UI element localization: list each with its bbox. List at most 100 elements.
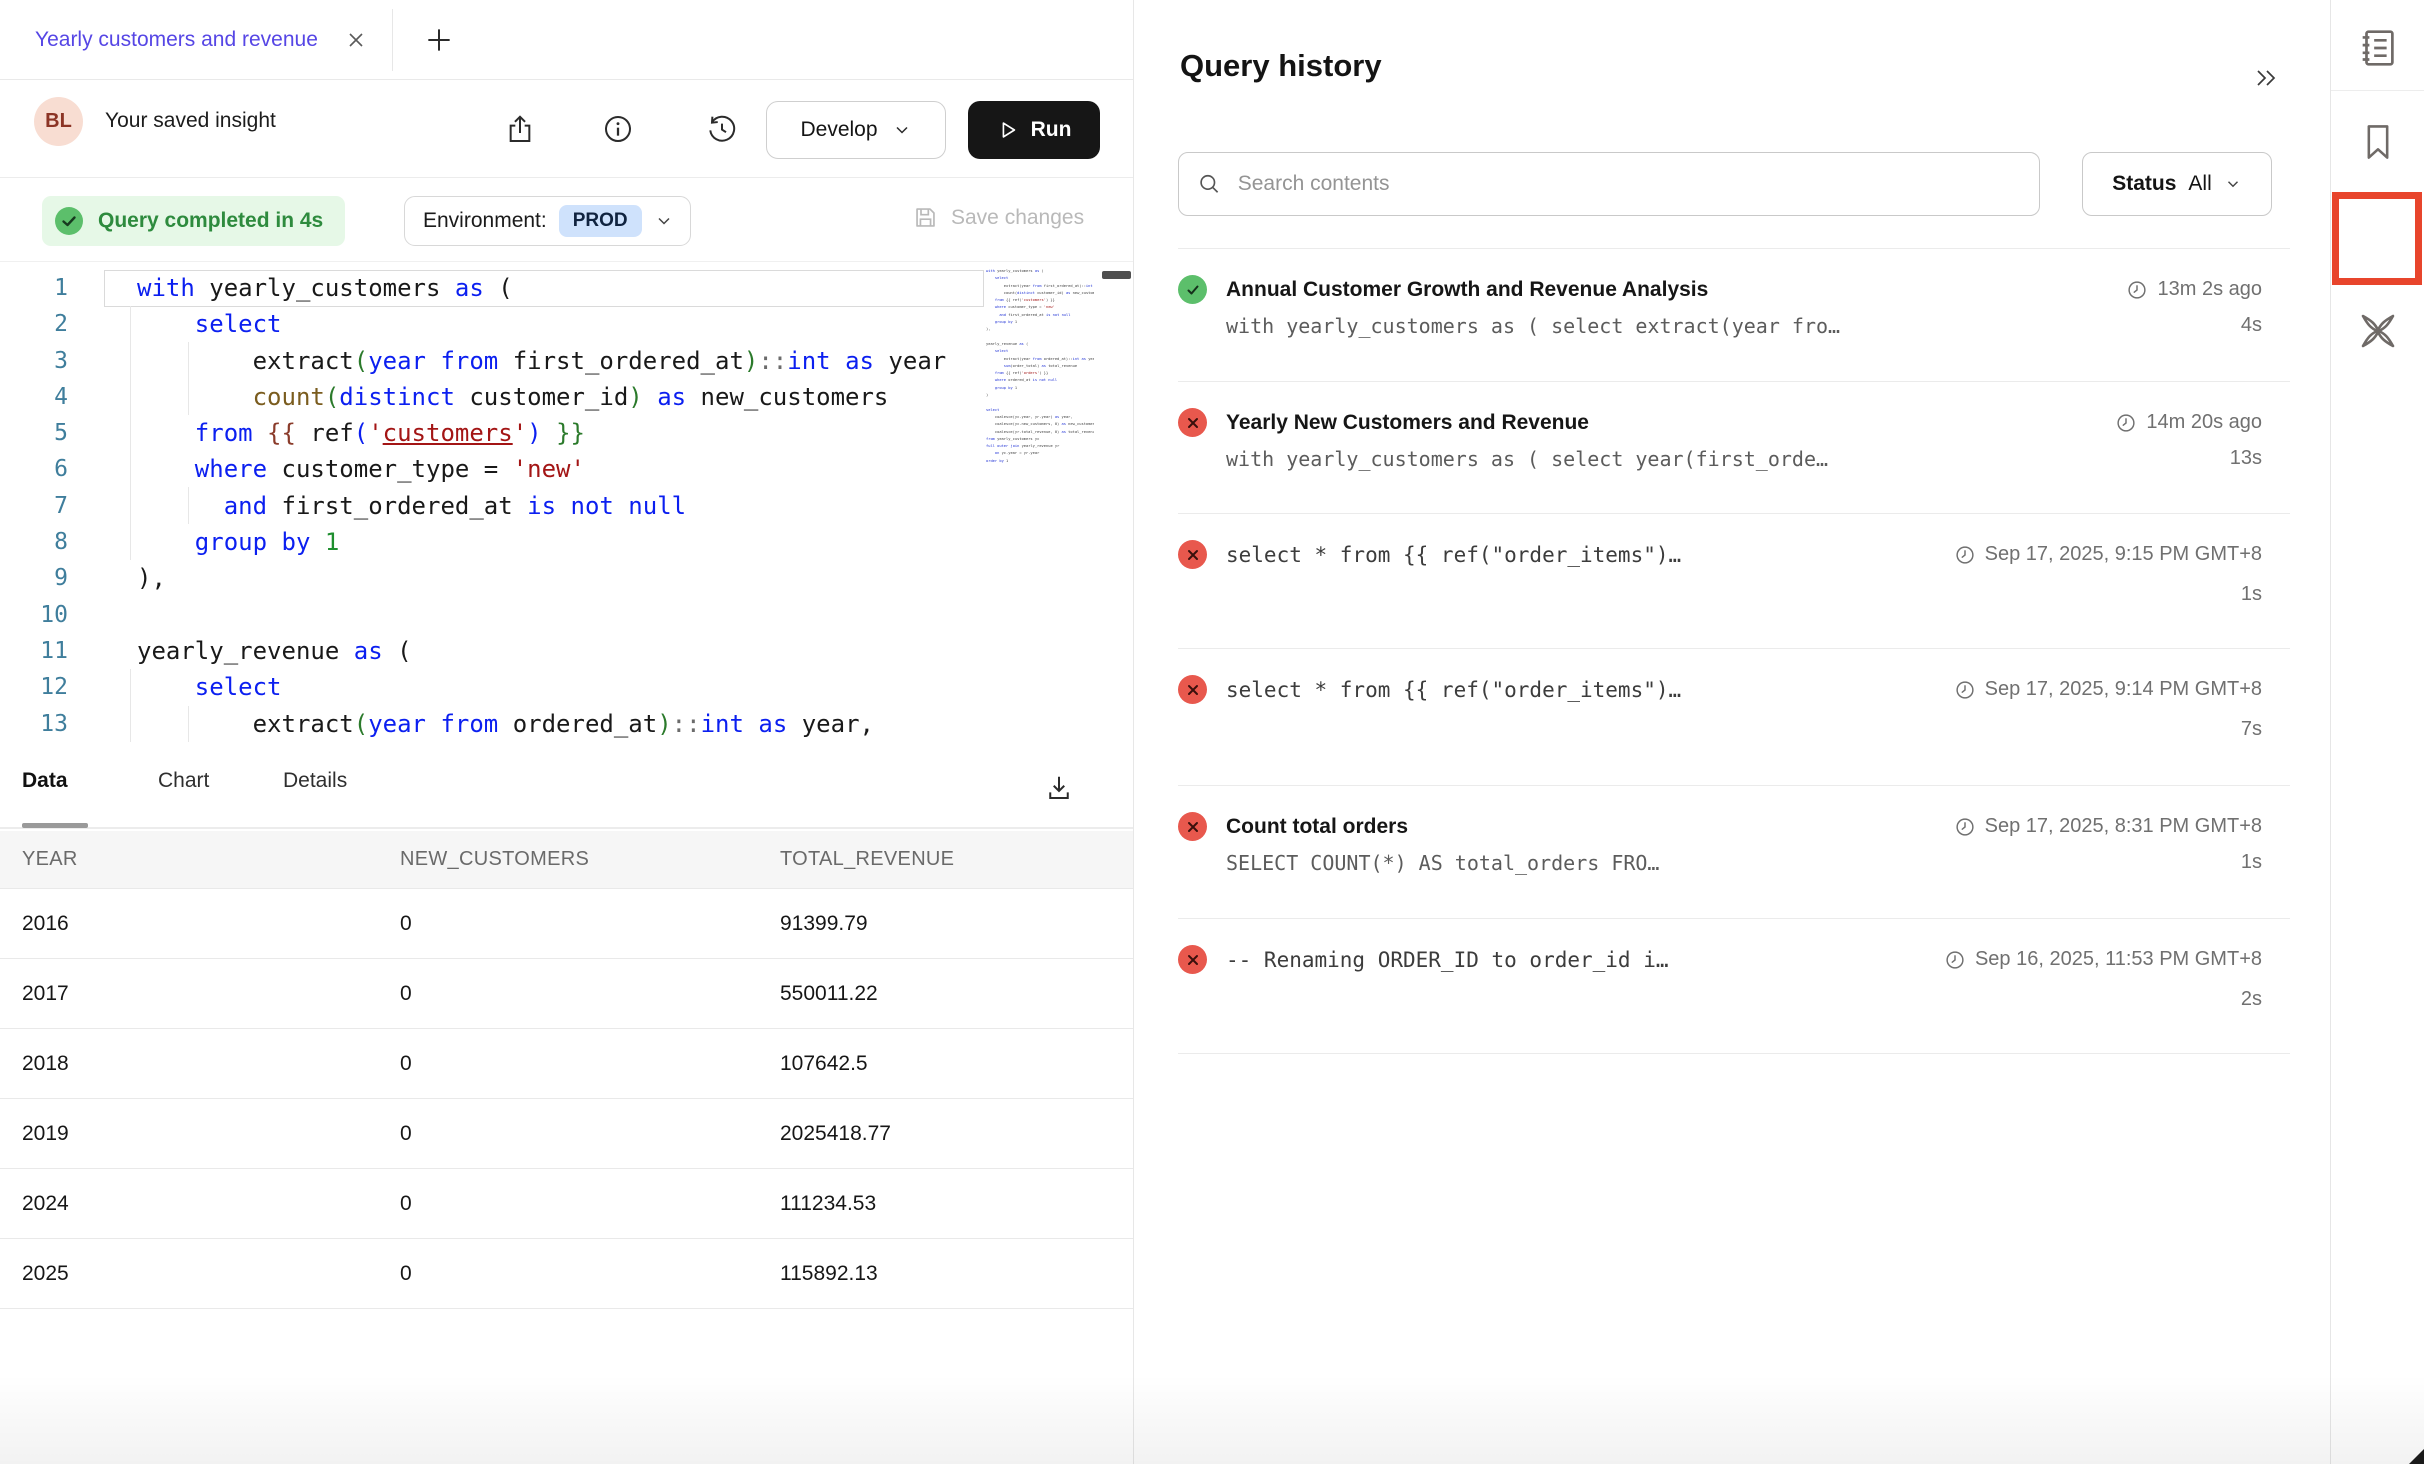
code-line: 12 select (0, 669, 1133, 705)
query-history-item[interactable]: Yearly New Customers and Revenue14m 20s … (1178, 382, 2290, 514)
status-row: Query completed in 4s Environment: PROD … (0, 178, 1133, 262)
table-header-row: YEARNEW_CUSTOMERSTOTAL_REVENUE (0, 831, 1133, 889)
history-item-timestamp: 13m 2s ago (2126, 278, 2262, 301)
share-button[interactable] (498, 107, 542, 151)
panel-divider (1133, 0, 1134, 1464)
info-button[interactable] (596, 107, 640, 151)
editor-tab-bar: Yearly customers and revenue (0, 0, 1133, 80)
notebook-panel-button[interactable] (2348, 18, 2408, 78)
results-table: YEARNEW_CUSTOMERSTOTAL_REVENUE 201609139… (0, 831, 1133, 1309)
code-text: extract(year from ordered_at)::int as ye… (137, 706, 874, 742)
editor-scrollbar-thumb[interactable] (1102, 271, 1131, 279)
query-history-item[interactable]: -- Renaming ORDER_ID to order_id i…Sep 1… (1178, 919, 2290, 1054)
develop-button[interactable]: Develop (766, 101, 946, 159)
search-input[interactable] (1238, 172, 2021, 196)
tab-data[interactable]: Data (22, 769, 68, 793)
line-number: 5 (0, 415, 68, 451)
error-status-icon (1178, 408, 1207, 437)
chevron-down-icon (654, 211, 674, 231)
history-item-duration: 4s (2241, 314, 2262, 337)
clock-icon (1954, 679, 1976, 701)
code-text: group by 1 (137, 524, 339, 560)
code-line: 4 count(distinct customer_id) as new_cus… (0, 379, 1133, 415)
history-item-title: Yearly New Customers and Revenue (1226, 411, 1589, 435)
history-item-title: -- Renaming ORDER_ID to order_id i… (1226, 948, 1669, 972)
query-history-item[interactable]: select * from {{ ref("order_items")…Sep … (1178, 514, 2290, 649)
status-filter-dropdown[interactable]: Status All (2082, 152, 2272, 216)
download-results-button[interactable] (1036, 765, 1082, 811)
code-text: from {{ ref('customers') }} (137, 415, 585, 451)
error-status-icon (1178, 945, 1207, 974)
new-tab-button[interactable] (423, 24, 455, 56)
query-history-panel-button[interactable] (2348, 208, 2408, 268)
code-line: 8 group by 1 (0, 524, 1133, 560)
insight-toolbar: BL Your saved insight Develop (0, 81, 1133, 178)
clock-icon (2126, 279, 2148, 301)
code-text: ), (137, 560, 166, 596)
history-icon (706, 113, 738, 145)
tab-yearly-customers-and-revenue[interactable]: Yearly customers and revenue (0, 0, 392, 79)
code-line: 3 extract(year from first_ordered_at)::i… (0, 343, 1133, 379)
pinwheel-logo-icon (2354, 308, 2402, 356)
table-row: 20250115892.13 (0, 1239, 1133, 1309)
code-lines: 1with yearly_customers as (2 select3 ext… (0, 270, 1133, 742)
clock-icon (2115, 412, 2137, 434)
code-text: select (137, 669, 282, 705)
line-number: 8 (0, 524, 68, 560)
double-chevron-right-icon (2251, 65, 2281, 91)
run-button[interactable]: Run (968, 101, 1100, 159)
lineage-panel-button[interactable] (2348, 302, 2408, 362)
table-cell: 2017 (0, 982, 378, 1006)
bookmarks-panel-button[interactable] (2348, 112, 2408, 172)
history-item-snippet: with yearly_customers as ( select extrac… (1178, 314, 1840, 338)
table-cell: 0 (378, 1052, 758, 1076)
editor-minimap[interactable]: with yearly_customers as ( select extrac… (986, 268, 1094, 473)
table-cell: 2016 (0, 912, 378, 936)
line-number: 2 (0, 306, 68, 342)
query-history-list: Annual Customer Growth and Revenue Analy… (1178, 248, 2290, 1054)
history-item-title: select * from {{ ref("order_items")… (1226, 678, 1681, 702)
code-line: 6 where customer_type = 'new' (0, 451, 1133, 487)
tab-chart[interactable]: Chart (158, 769, 209, 793)
code-line: 1with yearly_customers as ( (0, 270, 1133, 306)
history-item-duration: 2s (2241, 988, 2262, 1011)
clock-icon (1954, 816, 1976, 838)
query-history-item[interactable]: select * from {{ ref("order_items")…Sep … (1178, 649, 2290, 786)
table-cell: 2024 (0, 1192, 378, 1216)
query-history-item[interactable]: Count total ordersSep 17, 2025, 8:31 PM … (1178, 786, 2290, 919)
tab-details[interactable]: Details (283, 769, 347, 793)
code-text: select (137, 306, 282, 342)
status-filter-value: All (2188, 172, 2211, 196)
code-text: yearly_revenue as ( (137, 633, 412, 669)
tab-close-icon[interactable] (344, 28, 368, 52)
clock-icon (2353, 213, 2403, 263)
table-row: 20170550011.22 (0, 959, 1133, 1029)
develop-label: Develop (800, 118, 877, 142)
line-number: 4 (0, 379, 68, 415)
rail-divider (2331, 90, 2424, 91)
environment-select[interactable]: Environment: PROD (404, 196, 691, 246)
code-line: 13 extract(year from ordered_at)::int as… (0, 706, 1133, 742)
query-status-text: Query completed in 4s (98, 209, 323, 233)
collapse-panel-button[interactable] (2244, 58, 2288, 98)
save-icon (912, 204, 939, 231)
line-number: 9 (0, 560, 68, 596)
app-window: Yearly customers and revenue BL Your sav… (0, 0, 2424, 1464)
line-number: 13 (0, 706, 68, 742)
line-number: 6 (0, 451, 68, 487)
code-text: extract(year from first_ordered_at)::int… (137, 343, 946, 379)
chevron-down-icon (892, 120, 912, 140)
chevron-down-icon (2224, 175, 2242, 193)
sql-editor[interactable]: 1with yearly_customers as (2 select3 ext… (0, 262, 1133, 745)
query-history-item[interactable]: Annual Customer Growth and Revenue Analy… (1178, 249, 2290, 382)
table-body: 2016091399.7920170550011.2220180107642.5… (0, 889, 1133, 1309)
info-icon (602, 113, 634, 145)
history-item-snippet: SELECT COUNT(*) AS total_orders FRO… (1178, 851, 1659, 875)
save-changes-button[interactable]: Save changes (912, 204, 1084, 231)
version-history-button[interactable] (700, 107, 744, 151)
share-icon (504, 113, 536, 145)
column-header: TOTAL_REVENUE (758, 848, 1113, 871)
play-icon (997, 119, 1019, 141)
table-cell: 550011.22 (758, 982, 1113, 1006)
save-changes-label: Save changes (951, 206, 1084, 230)
